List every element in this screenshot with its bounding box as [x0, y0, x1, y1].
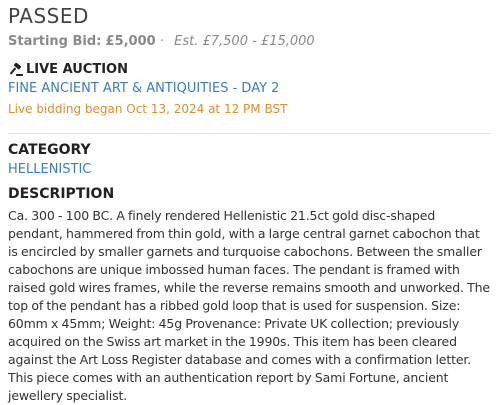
- description-text: Ca. 300 - 100 BC. A finely rendered Hell…: [8, 208, 490, 403]
- bid-separator: ·: [159, 34, 164, 49]
- starting-bid-value: £5,000: [105, 34, 156, 49]
- bidding-started-text: Live bidding began Oct 13, 2024 at 12 PM…: [8, 102, 288, 116]
- auction-type: LIVE AUCTION: [8, 62, 128, 77]
- lot-details-panel: PASSED Starting Bid: £5,000 · Est. £7,50…: [0, 0, 500, 403]
- category-heading: CATEGORY: [8, 142, 91, 158]
- lot-status: PASSED: [8, 4, 89, 28]
- sale-title-link[interactable]: FINE ANCIENT ART & ANTIQUITIES - DAY 2: [8, 81, 279, 96]
- starting-bid-label: Starting Bid:: [8, 34, 102, 49]
- gavel-icon: [8, 62, 24, 77]
- description-heading: DESCRIPTION: [8, 186, 115, 202]
- bid-info: Starting Bid: £5,000 · Est. £7,500 - £15…: [8, 34, 315, 49]
- divider: [8, 133, 492, 134]
- auction-type-label: LIVE AUCTION: [26, 62, 128, 77]
- estimate: Est. £7,500 - £15,000: [174, 34, 315, 49]
- category-link[interactable]: HELLENISTIC: [8, 162, 91, 177]
